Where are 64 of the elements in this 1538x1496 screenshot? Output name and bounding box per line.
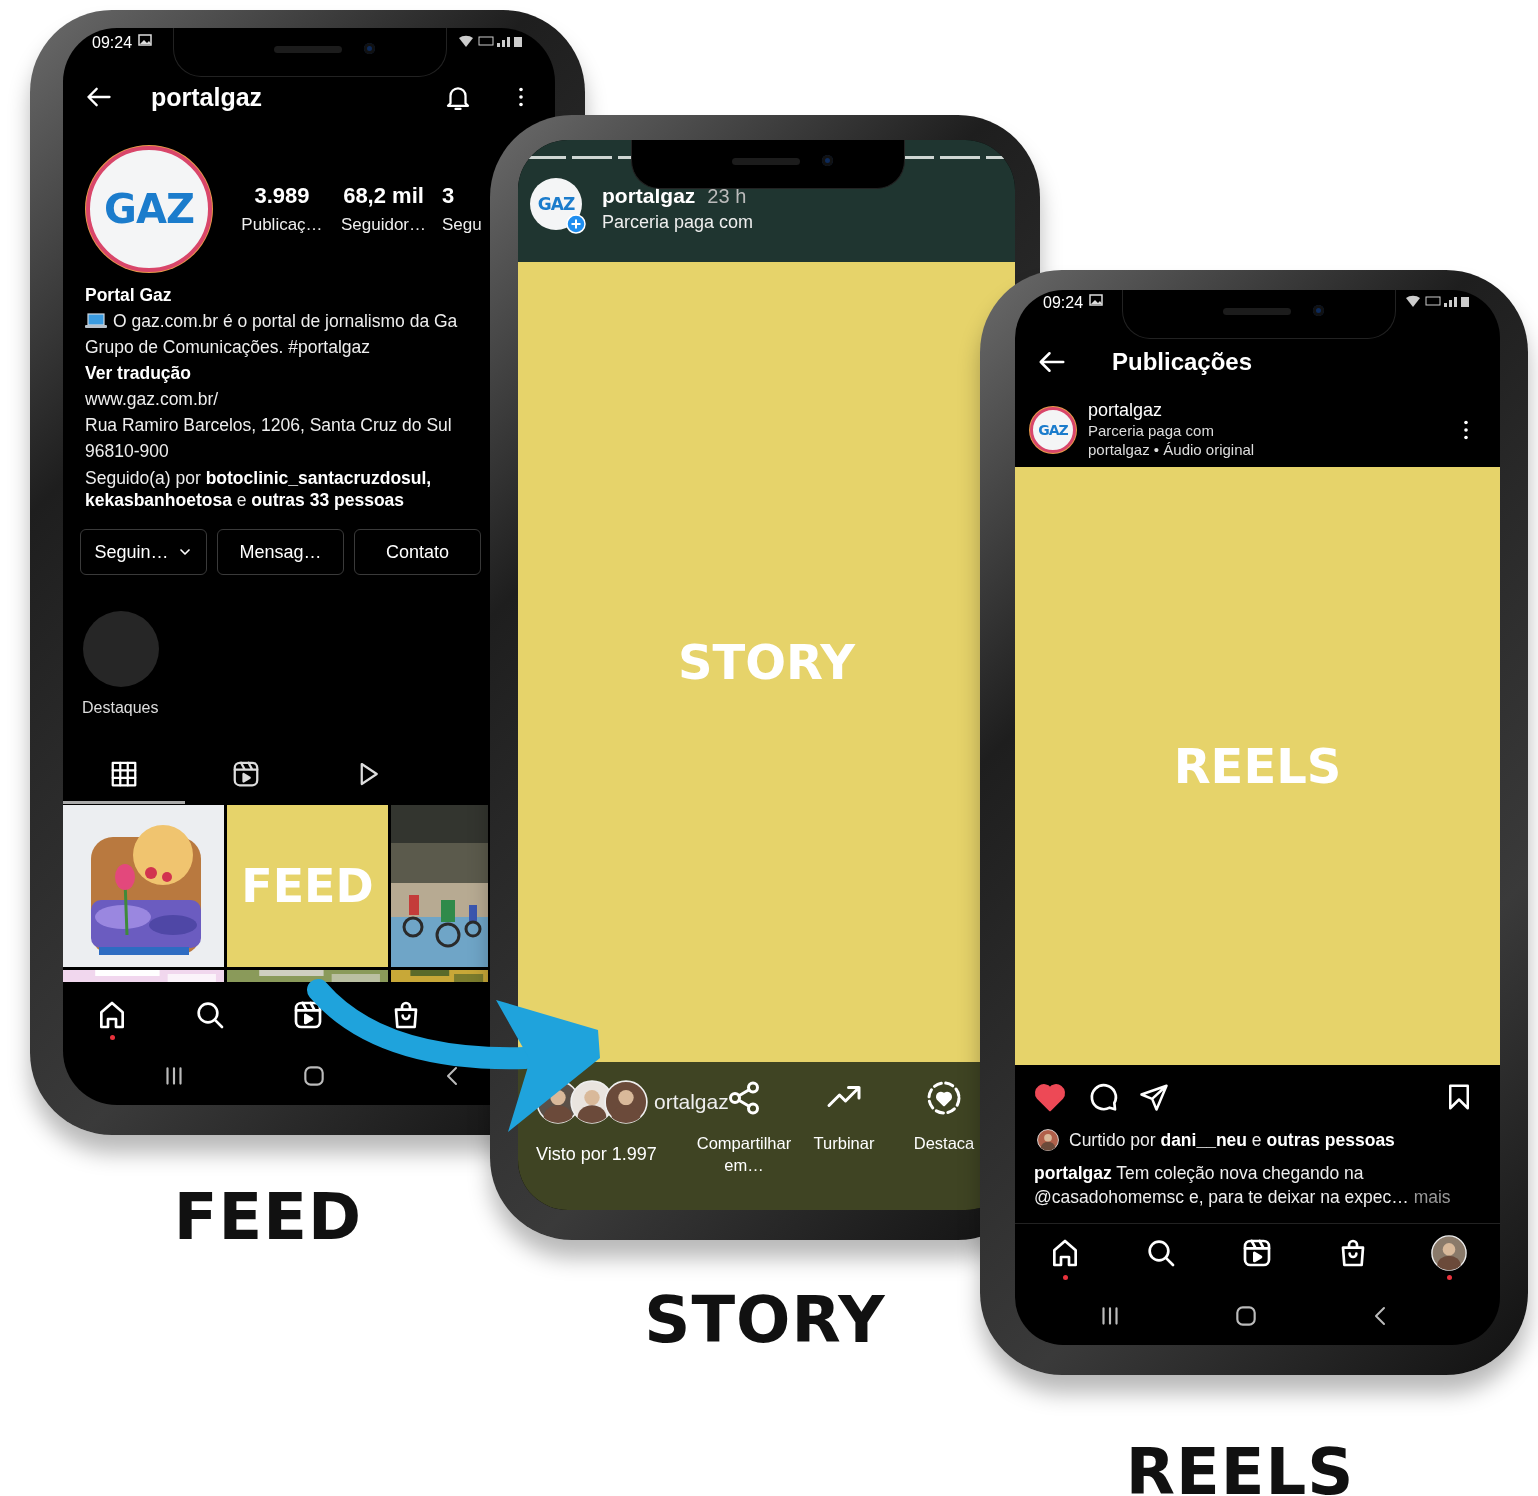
reels-icon	[231, 759, 261, 789]
status-time: 09:24	[92, 34, 133, 52]
post-caption: portalgaz Tem coleção nova chegando na @casadohomemsc e, para te deixar na expec… mais	[1033, 1162, 1452, 1209]
viewer-name: ortalgaz	[654, 1090, 729, 1114]
address-line: Rua Ramiro Barcelos, 1206, Santa Cruz do Sul	[85, 414, 452, 437]
stat-value: 68,2 mil	[343, 183, 424, 209]
liked-by-text: Curtido por dani__neu e outras pessoas	[1069, 1129, 1395, 1151]
status-icons-drawing	[457, 34, 523, 48]
avatar-logo: GAZ	[1038, 421, 1068, 438]
story-username: portalgaz	[602, 184, 696, 207]
translate-link[interactable]: Ver tradução	[85, 360, 192, 386]
home-button-icon[interactable]	[1233, 1303, 1259, 1329]
profile-name: Portal Gaz	[85, 284, 173, 307]
website-link[interactable]: www.gaz.com.br/	[85, 386, 219, 412]
story-time: 23 h	[707, 185, 747, 207]
home-button-icon[interactable]	[301, 1063, 327, 1089]
story-action-label[interactable]: Turbinar	[813, 1132, 875, 1154]
send-icon[interactable]	[1139, 1082, 1169, 1112]
avatar-logo: GAZ	[104, 186, 194, 232]
profile-action-button[interactable]: Seguin…	[80, 529, 207, 575]
post-audio[interactable]: portalgaz • Áudio original	[1088, 440, 1442, 459]
grid-icon	[109, 759, 139, 789]
profile-avatar	[1431, 1235, 1467, 1271]
search-icon[interactable]	[194, 999, 226, 1031]
laptop-icon	[85, 313, 107, 329]
stat-value: 3.989	[254, 183, 310, 209]
stat-label: Seguidor…	[340, 215, 427, 235]
story-action-label[interactable]: Destaca	[913, 1132, 975, 1154]
liker-avatar	[1037, 1129, 1059, 1151]
story-action-label[interactable]: Compartilhar em…	[694, 1132, 794, 1176]
stat-label: Segu	[442, 215, 482, 235]
add-badge-icon[interactable]	[566, 213, 586, 234]
stat-value: 3	[442, 183, 455, 209]
story-subtitle: Parceria paga com	[602, 212, 754, 233]
status-icons-drawing	[1404, 294, 1470, 308]
highlight-label: Destaques	[82, 699, 159, 717]
profile-action-button[interactable]: Contato	[354, 529, 481, 575]
more-link[interactable]: mais	[1413, 1187, 1451, 1207]
stat-label: Publicaç…	[241, 215, 323, 235]
section-caption: FEED	[173, 1180, 363, 1254]
image-icon	[1089, 294, 1104, 306]
reels-icon[interactable]	[1241, 1237, 1273, 1269]
section-caption: STORY	[644, 1283, 886, 1357]
post-username[interactable]: portalgaz	[1088, 400, 1442, 421]
profile-username: portalgaz	[151, 82, 263, 112]
address-line: 96810-900	[85, 440, 169, 463]
content-label: STORY	[677, 634, 856, 690]
post-subtitle: Parceria paga com	[1088, 421, 1215, 440]
page-title: Publicações	[1112, 348, 1253, 376]
viewer-avatar	[604, 1080, 648, 1124]
followed-by-text: Seguido(a) por botoclinic_santacruzdosul, kekasbanhoetosa e outras 33 pessoas	[84, 467, 433, 511]
bio-line: O gaz.com.br é o portal de jornalismo da Ga	[113, 310, 458, 333]
views-count[interactable]: Visto por 1.997	[536, 1144, 694, 1165]
search-icon[interactable]	[1145, 1237, 1177, 1269]
section-caption: REELS	[1125, 1435, 1355, 1496]
bio-line: Grupo de Comunicações. #portalgaz	[85, 336, 371, 359]
reels-icon[interactable]	[292, 999, 324, 1031]
post-label: FEED	[241, 859, 374, 913]
status-time: 09:24	[1043, 294, 1084, 312]
image-icon	[138, 34, 153, 46]
avatar-logo: GAZ	[537, 193, 575, 214]
profile-action-button[interactable]: Mensag…	[217, 529, 344, 575]
content-label: REELS	[1173, 738, 1342, 794]
share-icon[interactable]	[726, 1080, 762, 1116]
